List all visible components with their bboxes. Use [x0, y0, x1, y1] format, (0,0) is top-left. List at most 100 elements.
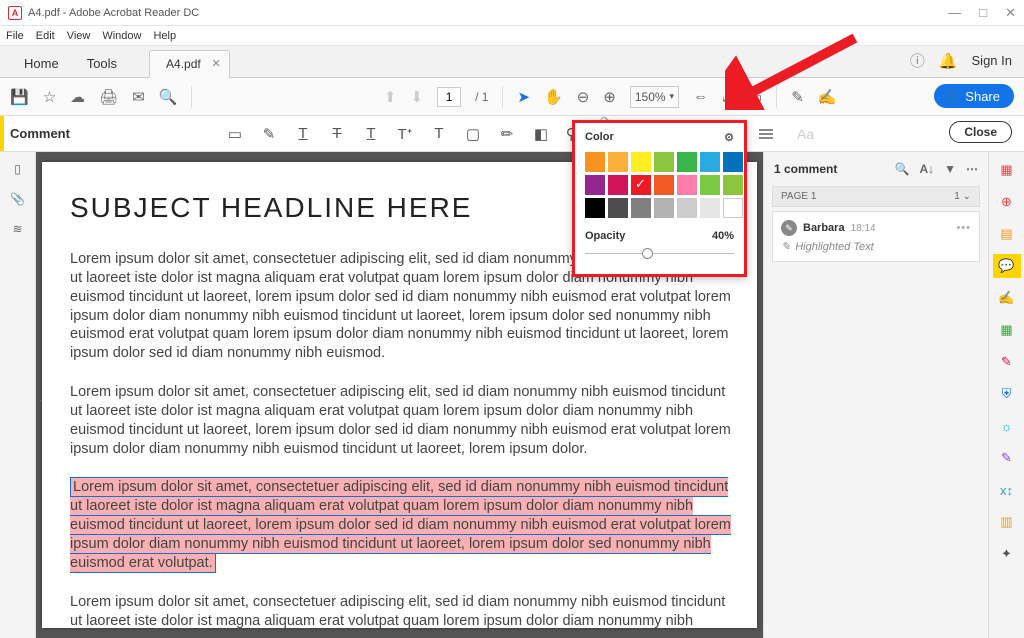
color-swatch[interactable]: [654, 198, 674, 218]
layers-icon[interactable]: ≋: [12, 222, 22, 236]
color-swatch[interactable]: [631, 198, 651, 218]
line-weight-icon[interactable]: [759, 129, 773, 139]
rr-measure-icon[interactable]: x↕: [993, 478, 1021, 502]
comment-type-label: Highlighted Text: [795, 241, 873, 253]
pencil-icon[interactable]: ✏: [497, 125, 517, 143]
menu-window[interactable]: Window: [102, 30, 141, 42]
gear-icon[interactable]: ⚙: [724, 131, 734, 144]
save-icon[interactable]: 💾: [10, 88, 29, 106]
tab-tools[interactable]: Tools: [73, 50, 131, 77]
color-swatch[interactable]: [654, 175, 674, 195]
highlight-glyph-icon: ✎: [781, 240, 790, 253]
menu-file[interactable]: File: [6, 30, 24, 42]
replace-text-icon[interactable]: T̲: [361, 125, 381, 142]
menu-help[interactable]: Help: [153, 30, 176, 42]
color-swatch[interactable]: [723, 175, 743, 195]
rr-organize-icon[interactable]: ✎: [993, 350, 1021, 374]
paragraph: Lorem ipsum dolor sit amet, consectetuer…: [70, 593, 733, 628]
rr-edit-icon[interactable]: ▤: [993, 222, 1021, 246]
close-window-button[interactable]: ✕: [1005, 5, 1016, 21]
rr-redact-icon[interactable]: ✎: [993, 446, 1021, 470]
menu-view[interactable]: View: [67, 30, 91, 42]
zoom-select[interactable]: 150%▾: [630, 86, 679, 108]
comment-card[interactable]: ✎ Barbara 18:14 ••• ✎ Highlighted Text: [772, 211, 980, 262]
color-swatch[interactable]: [654, 152, 674, 172]
sign-icon[interactable]: ✍: [818, 88, 837, 106]
zoom-in-icon[interactable]: ⊕: [603, 88, 616, 106]
menu-edit[interactable]: Edit: [36, 30, 55, 42]
close-comment-button[interactable]: Close: [949, 121, 1012, 143]
color-swatch[interactable]: [631, 175, 651, 195]
text-comment-icon[interactable]: T: [429, 125, 449, 142]
color-swatch[interactable]: [677, 152, 697, 172]
opacity-label: Opacity: [585, 230, 625, 242]
highlight-icon[interactable]: ✎: [259, 125, 279, 143]
fit-width-icon[interactable]: ⇔: [693, 88, 708, 105]
highlighted-paragraph[interactable]: Lorem ipsum dolor sit amet, consectetuer…: [70, 478, 733, 572]
comment-more-icon[interactable]: •••: [956, 222, 971, 234]
page-down-icon[interactable]: ⬇: [411, 88, 424, 106]
rr-create-icon[interactable]: ▦: [993, 158, 1021, 182]
share-button[interactable]: 👤 Share: [934, 84, 1014, 108]
color-swatch[interactable]: [608, 152, 628, 172]
color-swatch[interactable]: [585, 175, 605, 195]
print-icon[interactable]: 🖨: [99, 88, 118, 106]
attachments-icon[interactable]: 📎: [10, 192, 25, 206]
maximize-button[interactable]: □: [979, 5, 987, 21]
sign-in-link[interactable]: Sign In: [972, 53, 1012, 68]
minimize-button[interactable]: ―: [948, 5, 961, 21]
color-swatch[interactable]: [700, 152, 720, 172]
color-swatch[interactable]: [585, 152, 605, 172]
rr-compress-icon[interactable]: ☼: [993, 414, 1021, 438]
color-swatch[interactable]: [608, 175, 628, 195]
pointer-icon[interactable]: ➤: [517, 88, 530, 106]
color-swatch[interactable]: [608, 198, 628, 218]
color-swatch[interactable]: [585, 198, 605, 218]
bell-icon[interactable]: 🔔: [939, 52, 958, 70]
opacity-slider[interactable]: [585, 248, 734, 260]
cloud-up-icon[interactable]: ☁: [70, 88, 85, 106]
color-swatch[interactable]: [723, 198, 743, 218]
options-icon[interactable]: ⋯: [966, 162, 978, 176]
color-swatch[interactable]: [700, 198, 720, 218]
help-icon[interactable]: ⓘ: [910, 50, 925, 71]
rr-more-icon[interactable]: ▥: [993, 510, 1021, 534]
star-icon[interactable]: ☆: [43, 88, 56, 106]
strikethrough-icon[interactable]: T: [327, 125, 347, 142]
zoom-out-icon[interactable]: ⊖: [577, 88, 590, 106]
opacity-slider-knob[interactable]: [642, 248, 653, 259]
search-comments-icon[interactable]: 🔍: [894, 162, 909, 176]
text-box-icon[interactable]: ▢: [463, 125, 483, 143]
search-icon[interactable]: 🔍: [159, 88, 178, 106]
comment-page-group[interactable]: PAGE 1 1 ⌄: [772, 186, 980, 207]
rr-protect-icon[interactable]: ⛨: [993, 382, 1021, 406]
read-mode-icon[interactable]: ▭: [748, 88, 762, 106]
rr-comment-icon[interactable]: 💬: [993, 254, 1021, 278]
share-person-icon: 👤: [944, 88, 960, 104]
rr-tools-icon[interactable]: ✦: [993, 542, 1021, 566]
fit-page-icon[interactable]: ⤢: [722, 88, 734, 105]
sticky-note-icon[interactable]: ▭: [225, 125, 245, 143]
eraser-icon[interactable]: ◧: [531, 125, 551, 143]
rr-export-icon[interactable]: ▦: [993, 318, 1021, 342]
rr-fill-sign-icon[interactable]: ✍: [993, 286, 1021, 310]
edit-pdf-icon[interactable]: ✎: [791, 88, 804, 106]
color-swatch[interactable]: [631, 152, 651, 172]
tab-document[interactable]: A4.pdf ✕: [149, 50, 230, 78]
tab-close-icon[interactable]: ✕: [212, 57, 221, 70]
thumbnails-icon[interactable]: ▯: [14, 162, 21, 176]
rr-combine-icon[interactable]: ⊕: [993, 190, 1021, 214]
page-number-input[interactable]: [437, 87, 461, 107]
color-swatch[interactable]: [700, 175, 720, 195]
color-swatch[interactable]: [723, 152, 743, 172]
page-up-icon[interactable]: ⬆: [384, 88, 397, 106]
insert-text-icon[interactable]: Tᐩ: [395, 125, 415, 143]
sort-comments-icon[interactable]: A↓: [919, 162, 934, 176]
hand-icon[interactable]: ✋: [544, 88, 563, 106]
mail-icon[interactable]: ✉: [132, 88, 145, 106]
color-swatch[interactable]: [677, 198, 697, 218]
underline-icon[interactable]: T: [293, 125, 313, 142]
filter-comments-icon[interactable]: ▼: [944, 162, 956, 176]
tab-home[interactable]: Home: [10, 50, 73, 77]
color-swatch[interactable]: [677, 175, 697, 195]
